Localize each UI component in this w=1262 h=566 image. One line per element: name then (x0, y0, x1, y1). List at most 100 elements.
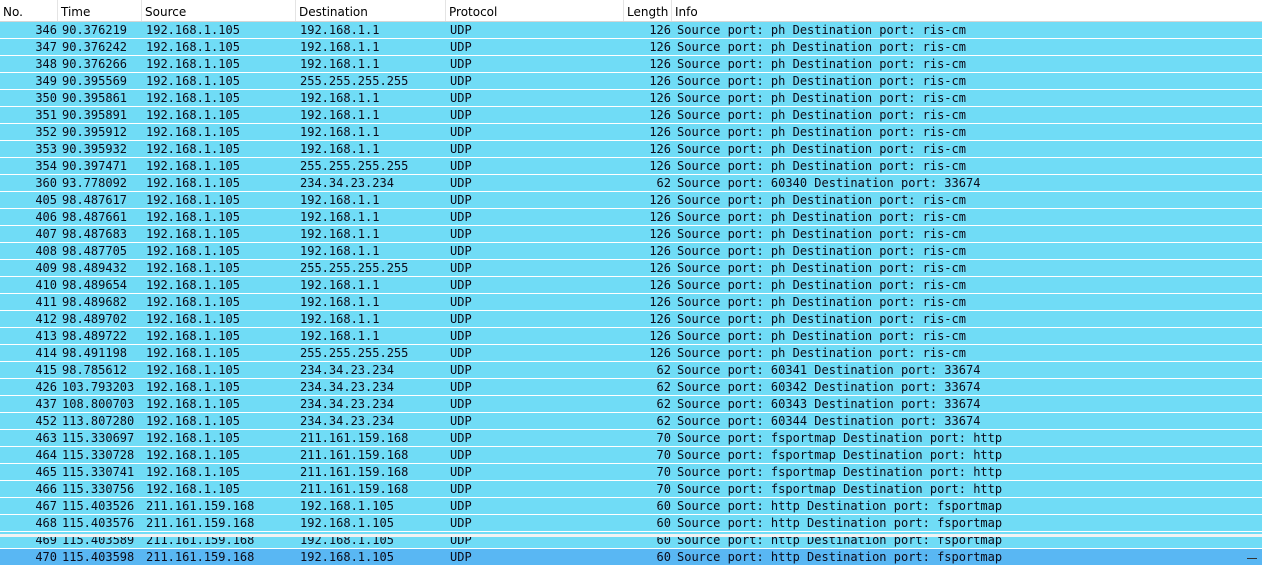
cell-protocol: UDP (450, 346, 472, 360)
packet-row[interactable]: 452 113.807280 192.168.1.105 234.34.23.234 U… (0, 413, 1262, 430)
cell-protocol: UDP (450, 380, 472, 394)
packet-row[interactable]: 412 98.489702 192.168.1.105 192.168.1.1 UDP 1… (0, 311, 1262, 328)
cell-time: 115.403598 (62, 550, 135, 564)
cell-info: Source port: ph Destination port: ris-cm (677, 278, 966, 292)
packet-row[interactable]: 350 90.395861 192.168.1.105 192.168.1.1 UDP 1… (0, 90, 1262, 107)
cell-source: 192.168.1.105 (146, 142, 240, 156)
cell-protocol: UDP (450, 431, 472, 445)
cell-protocol: UDP (450, 40, 472, 54)
cell-info: Source port: ph Destination port: ris-cm (677, 210, 966, 224)
cell-protocol: UDP (450, 448, 472, 462)
packet-row[interactable]: 348 90.376266 192.168.1.105 192.168.1.1 UDP 1… (0, 56, 1262, 73)
column-header-source[interactable]: Source (142, 0, 296, 21)
packet-row[interactable]: 414 98.491198 192.168.1.105 255.255.255.255… (0, 345, 1262, 362)
cell-info: Source port: ph Destination port: ris-cm (677, 244, 966, 258)
packet-row[interactable]: 349 90.395569 192.168.1.105 255.255.255.255… (0, 73, 1262, 90)
cell-no: 405 (35, 193, 57, 207)
cell-length: 126 (649, 193, 671, 207)
cell-info: Source port: ph Destination port: ris-cm (677, 57, 966, 71)
cell-protocol: UDP (450, 414, 472, 428)
cell-info: Source port: http Destination port: fspo… (677, 499, 1003, 513)
packet-row[interactable]: 351 90.395891 192.168.1.105 192.168.1.1 UDP 1… (0, 107, 1262, 124)
cell-length: 62 (656, 397, 671, 411)
cell-time: 113.807280 (62, 414, 135, 428)
column-header-protocol[interactable]: Protocol (446, 0, 624, 21)
cell-destination: 192.168.1.105 (300, 499, 394, 513)
packet-row[interactable]: 410 98.489654 192.168.1.105 192.168.1.1 UDP 1… (0, 277, 1262, 294)
cell-destination: 192.168.1.1 (300, 125, 380, 139)
packet-row[interactable]: 426 103.793203 192.168.1.105 234.34.23.234 U… (0, 379, 1262, 396)
cell-time: 98.489702 (62, 312, 128, 326)
cell-time: 115.330756 (62, 482, 135, 496)
packet-row[interactable]: 354 90.397471 192.168.1.105 255.255.255.255… (0, 158, 1262, 175)
packet-row[interactable]: 437 108.800703 192.168.1.105 234.34.23.234 U… (0, 396, 1262, 413)
cell-length: 126 (649, 329, 671, 343)
column-header-info[interactable]: Info (672, 0, 1262, 21)
cell-destination: 211.161.159.168 (300, 431, 409, 445)
packet-row[interactable]: 407 98.487683 192.168.1.105 192.168.1.1 UDP 1… (0, 226, 1262, 243)
cell-source: 192.168.1.105 (146, 40, 240, 54)
packet-row-selected[interactable]: 470 115.403598 211.161.159.168 192.168.1.10… (0, 549, 1262, 566)
packet-row[interactable]: 347 90.376242 192.168.1.105 192.168.1.1 UDP 1… (0, 39, 1262, 56)
packet-row[interactable]: 411 98.489682 192.168.1.105 192.168.1.1 UDP 1… (0, 294, 1262, 311)
packet-list-header: No. Time Source Destination Protocol Len… (0, 0, 1262, 22)
cell-no: 412 (35, 312, 57, 326)
column-header-destination[interactable]: Destination (296, 0, 446, 21)
cell-destination: 192.168.1.1 (300, 57, 380, 71)
cell-protocol: UDP (450, 397, 472, 411)
packet-row[interactable]: 413 98.489722 192.168.1.105 192.168.1.1 UDP 1… (0, 328, 1262, 345)
cell-length: 126 (649, 23, 671, 37)
cell-info: Source port: ph Destination port: ris-cm (677, 159, 966, 173)
packet-row[interactable]: 467 115.403526 211.161.159.168 192.168.1.10… (0, 498, 1262, 515)
cell-source: 192.168.1.105 (146, 312, 240, 326)
cell-source: 192.168.1.105 (146, 329, 240, 343)
cell-time: 98.489432 (62, 261, 128, 275)
packet-row[interactable]: 352 90.395912 192.168.1.105 192.168.1.1 UDP 1… (0, 124, 1262, 141)
column-header-length[interactable]: Length (624, 0, 672, 21)
cell-protocol: UDP (450, 193, 472, 207)
column-header-no[interactable]: No. (0, 0, 58, 21)
cell-time: 90.395569 (62, 74, 128, 88)
packet-row[interactable]: 353 90.395932 192.168.1.105 192.168.1.1 UDP 1… (0, 141, 1262, 158)
packet-row[interactable]: 464 115.330728 192.168.1.105 211.161.159.16… (0, 447, 1262, 464)
cell-source: 211.161.159.168 (146, 499, 255, 513)
packet-row[interactable]: 415 98.785612 192.168.1.105 234.34.23.234 UD… (0, 362, 1262, 379)
cell-destination: 192.168.1.1 (300, 278, 380, 292)
cell-time: 115.330697 (62, 431, 135, 445)
column-header-time[interactable]: Time (58, 0, 142, 21)
packet-row[interactable]: 408 98.487705 192.168.1.105 192.168.1.1 UDP 1… (0, 243, 1262, 260)
cell-source: 192.168.1.105 (146, 278, 240, 292)
cell-time: 90.397471 (62, 159, 128, 173)
cell-source: 192.168.1.105 (146, 57, 240, 71)
cell-source: 192.168.1.105 (146, 448, 240, 462)
cell-no: 437 (35, 397, 57, 411)
cell-source: 192.168.1.105 (146, 193, 240, 207)
cell-time: 90.395932 (62, 142, 128, 156)
cell-destination: 192.168.1.1 (300, 23, 380, 37)
packet-row[interactable]: 463 115.330697 192.168.1.105 211.161.159.16… (0, 430, 1262, 447)
cell-no: 353 (35, 142, 57, 156)
cell-source: 192.168.1.105 (146, 380, 240, 394)
cell-protocol: UDP (450, 499, 472, 513)
cell-protocol: UDP (450, 210, 472, 224)
packet-row[interactable]: 468 115.403576 211.161.159.168 192.168.1.10… (0, 515, 1262, 532)
packet-row[interactable]: 409 98.489432 192.168.1.105 255.255.255.255… (0, 260, 1262, 277)
packet-row[interactable]: 346 90.376219 192.168.1.105 192.168.1.1 UDP 1… (0, 22, 1262, 39)
packet-row[interactable]: 465 115.330741 192.168.1.105 211.161.159.16… (0, 464, 1262, 481)
cell-destination: 255.255.255.255 (300, 346, 409, 360)
cell-time: 115.403526 (62, 499, 135, 513)
cell-no: 346 (35, 23, 57, 37)
cell-info: Source port: 60341 Destination port: 336… (677, 363, 981, 377)
cell-info: Source port: 60340 Destination port: 336… (677, 176, 981, 190)
packet-row[interactable]: 405 98.487617 192.168.1.105 192.168.1.1 UDP 1… (0, 192, 1262, 209)
cell-protocol: UDP (450, 363, 472, 377)
packet-row[interactable]: 360 93.778092 192.168.1.105 234.34.23.234 UD… (0, 175, 1262, 192)
cell-destination: 192.168.1.1 (300, 91, 380, 105)
packet-row[interactable]: 406 98.487661 192.168.1.105 192.168.1.1 UDP 1… (0, 209, 1262, 226)
cell-destination: 192.168.1.1 (300, 193, 380, 207)
cell-destination: 234.34.23.234 (300, 397, 394, 411)
packet-row[interactable]: 466 115.330756 192.168.1.105 211.161.159.16… (0, 481, 1262, 498)
selection-marker (1247, 558, 1257, 559)
cell-length: 60 (656, 550, 671, 564)
cell-length: 126 (649, 40, 671, 54)
